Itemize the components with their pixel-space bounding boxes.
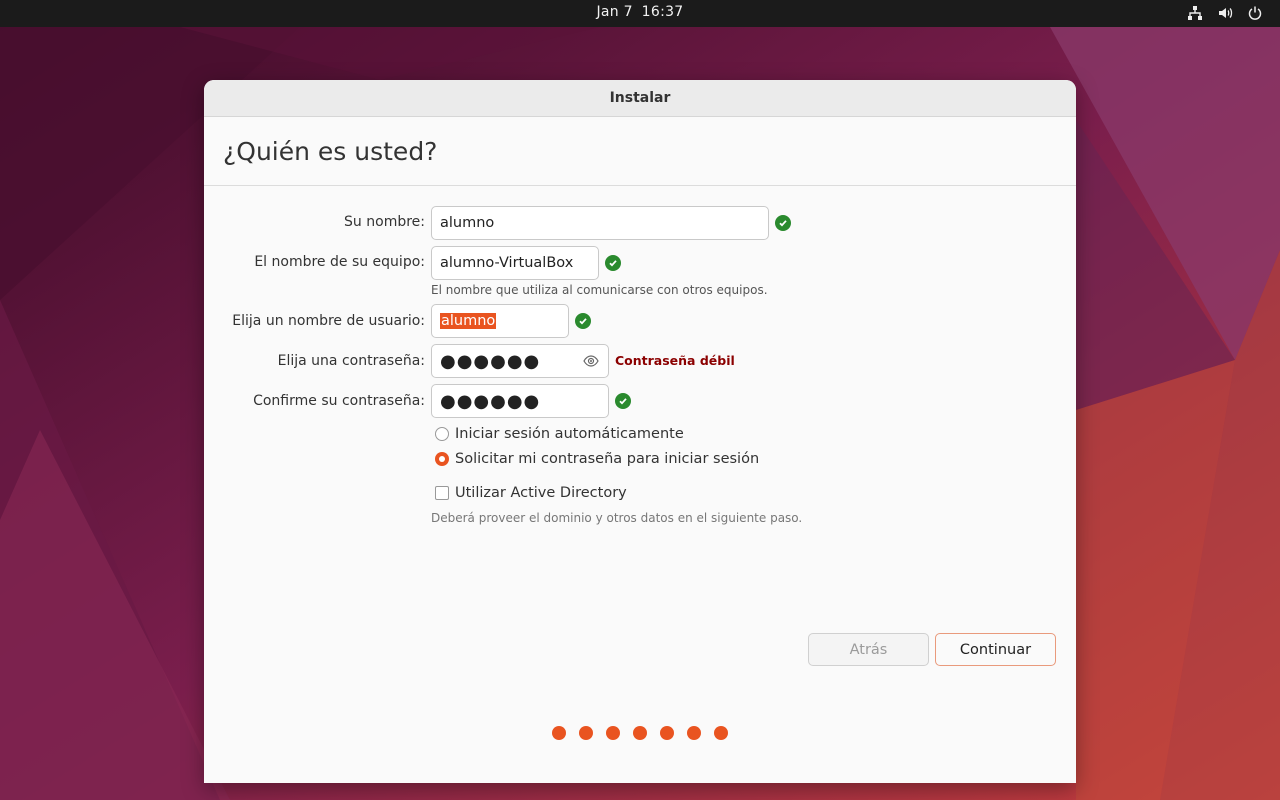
computer-name-label: El nombre de su equipo: [254,254,425,270]
confirm-password-label: Confirme su contraseña: [253,393,425,409]
installer-window: Instalar ¿Quién es usted? Su nombre: alu… [204,80,1076,783]
computer-name-hint: El nombre que utiliza al comunicarse con… [431,283,768,297]
active-directory-checkbox[interactable] [435,486,449,500]
username-field[interactable]: alumno [431,304,569,338]
name-valid-icon [775,215,791,231]
progress-dot [633,726,647,740]
password-field[interactable]: ●●●●●● [431,344,609,378]
confirm-password-value: ●●●●●● [440,390,541,412]
progress-dot [579,726,593,740]
system-tray[interactable] [1186,4,1264,22]
progress-dot [606,726,620,740]
name-value: alumno [440,215,495,231]
require-password-option[interactable]: Solicitar mi contraseña para iniciar ses… [435,451,759,467]
progress-dot [660,726,674,740]
power-icon[interactable] [1246,4,1264,22]
require-password-radio[interactable] [435,452,449,466]
auto-login-option[interactable]: Iniciar sesión automáticamente [435,426,684,442]
password-label: Elija una contraseña: [277,353,425,369]
name-field[interactable]: alumno [431,206,769,240]
show-password-eye-icon[interactable] [583,354,599,372]
computer-name-valid-icon [605,255,621,271]
username-valid-icon [575,313,591,329]
confirm-password-field[interactable]: ●●●●●● [431,384,609,418]
network-icon[interactable] [1186,4,1204,22]
progress-dot [687,726,701,740]
clock[interactable]: Jan 7 16:37 [0,4,1280,20]
active-directory-option[interactable]: Utilizar Active Directory [435,485,627,501]
progress-dot [714,726,728,740]
password-strength-label: Contraseña débil [615,353,735,368]
back-button[interactable]: Atrás [808,633,929,666]
page-title: ¿Quién es usted? [204,117,1076,186]
progress-dot [552,726,566,740]
active-directory-hint: Deberá proveer el dominio y otros datos … [431,511,803,525]
require-password-label: Solicitar mi contraseña para iniciar ses… [455,451,760,467]
continue-button[interactable]: Continuar [935,633,1056,666]
computer-name-field[interactable]: alumno-VirtualBox [431,246,599,280]
username-label: Elija un nombre de usuario: [232,313,425,329]
password-value: ●●●●●● [440,350,541,372]
volume-icon[interactable] [1216,4,1234,22]
window-title: Instalar [204,80,1076,117]
auto-login-label: Iniciar sesión automáticamente [455,426,684,442]
username-value: alumno [440,313,497,329]
name-label: Su nombre: [344,214,425,230]
top-bar: Jan 7 16:37 [0,0,1280,27]
confirm-password-valid-icon [615,393,631,409]
step-progress [204,726,1076,740]
computer-name-value: alumno-VirtualBox [440,255,574,271]
active-directory-label: Utilizar Active Directory [455,485,627,501]
date-label: Jan 7 [596,4,633,20]
auto-login-radio[interactable] [435,427,449,441]
time-label: 16:37 [641,4,684,20]
